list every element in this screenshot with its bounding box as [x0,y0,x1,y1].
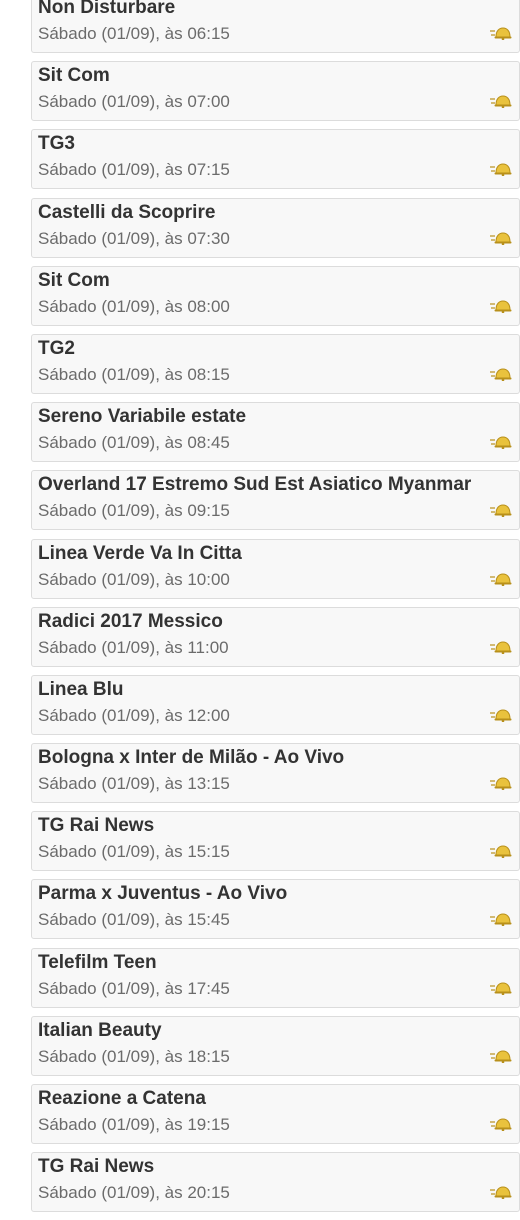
program-card[interactable]: TG Rai News Sábado (01/09), às 20:15 [31,1152,520,1213]
program-title: Bologna x Inter de Milão - Ao Vivo [38,747,345,769]
program-datetime: Sábado (01/09), às 07:15 [38,160,230,180]
program-title: Parma x Juventus - Ao Vivo [38,883,288,905]
program-schedule-list: Non Disturbare Sábado (01/09), às 06:15 Si… [31,0,520,1220]
program-title: Sit Com [38,269,110,291]
program-datetime: Sábado (01/09), às 09:15 [38,501,230,521]
program-card[interactable]: Radici 2017 Messico Sábado (01/09), às 11… [31,606,520,667]
program-card[interactable]: Non Disturbare Sábado (01/09), às 06:15 [31,0,520,53]
program-datetime: Sábado (01/09), às 19:15 [38,1115,230,1134]
program-card[interactable]: TG2 Sábado (01/09), às 08:15 [31,333,520,394]
reminder-bell-icon[interactable] [489,26,513,41]
program-title: Sit Com [38,65,110,87]
reminder-bell-icon[interactable] [489,1049,513,1064]
program-title: Castelli da Scoprire [38,201,216,223]
reminder-bell-icon[interactable] [489,981,513,995]
reminder-bell-icon[interactable] [489,94,513,109]
program-card[interactable]: Sit Com Sábado (01/09), às 07:00 [31,61,520,122]
reminder-bell-icon[interactable] [489,503,513,518]
program-card[interactable]: Castelli da Scoprire Sábado (01/09), às 0… [31,197,520,258]
reminder-bell-icon[interactable] [489,844,513,859]
reminder-bell-icon[interactable] [489,640,513,654]
program-title: Linea Blu [38,678,124,700]
program-card[interactable]: Linea Verde Va In Citta Sábado (01/09), à… [31,538,520,599]
program-datetime: Sábado (01/09), às 13:15 [38,774,230,794]
program-card[interactable]: Italian Beauty Sábado (01/09), às 18:15 [31,1015,520,1076]
program-title: Radici 2017 Messico [38,610,223,632]
program-datetime: Sábado (01/09), às 12:00 [38,705,230,725]
reminder-bell-icon[interactable] [489,708,513,723]
reminder-bell-icon[interactable] [489,1117,513,1132]
program-card[interactable]: Parma x Juventus - Ao Vivo Sábado (01/09)… [31,879,520,940]
program-datetime: Sábado (01/09), às 15:45 [38,910,230,930]
program-title: TG Rai News [38,815,155,837]
program-card[interactable]: TG Rai News Sábado (01/09), às 15:15 [31,811,520,872]
program-title: TG2 [38,337,75,359]
program-title: TG3 [38,133,75,155]
reminder-bell-icon[interactable] [489,572,513,586]
program-title: Telefilm Teen [38,951,157,973]
program-card[interactable]: Overland 17 Estremo Sud Est Asiatico Mya… [31,470,520,531]
program-card[interactable]: Bologna x Inter de Milão - Ao Vivo Sábado… [31,743,520,804]
reminder-bell-icon[interactable] [489,162,513,177]
reminder-bell-icon[interactable] [489,912,513,927]
program-card[interactable]: TG3 Sábado (01/09), às 07:15 [31,129,520,190]
reminder-bell-icon[interactable] [489,1185,513,1200]
program-title: TG Rai News [38,1156,155,1178]
program-datetime: Sábado (01/09), às 08:45 [38,433,230,453]
program-datetime: Sábado (01/09), às 08:00 [38,296,230,316]
program-datetime: Sábado (01/09), às 06:15 [38,24,230,43]
program-card[interactable]: Reazione a Catena Sábado (01/09), às 19:1… [31,1084,520,1144]
reminder-bell-icon[interactable] [489,231,513,245]
program-datetime: Sábado (01/09), às 17:45 [38,978,230,998]
program-title: Italian Beauty [38,1019,162,1041]
program-datetime: Sábado (01/09), às 15:15 [38,842,230,862]
reminder-bell-icon[interactable] [489,776,513,791]
program-title: Reazione a Catena [38,1088,206,1109]
program-card[interactable]: Linea Blu Sábado (01/09), às 12:00 [31,674,520,735]
program-title: Sereno Variabile estate [38,406,247,428]
program-datetime: Sábado (01/09), às 07:00 [38,92,230,112]
reminder-bell-icon[interactable] [489,435,513,450]
program-card[interactable]: Sit Com Sábado (01/09), às 08:00 [31,265,520,326]
program-card[interactable]: Sereno Variabile estate Sábado (01/09), à… [31,402,520,463]
program-title: Linea Verde Va In Citta [38,542,242,564]
program-datetime: Sábado (01/09), às 10:00 [38,569,230,589]
program-datetime: Sábado (01/09), às 08:15 [38,364,230,384]
program-datetime: Sábado (01/09), às 07:30 [38,228,230,248]
program-datetime: Sábado (01/09), às 18:15 [38,1046,230,1066]
program-datetime: Sábado (01/09), às 11:00 [38,637,229,657]
program-datetime: Sábado (01/09), às 20:15 [38,1183,230,1203]
program-card[interactable]: Telefilm Teen Sábado (01/09), às 17:45 [31,947,520,1008]
program-title: Overland 17 Estremo Sud Est Asiatico Mya… [38,474,472,496]
reminder-bell-icon[interactable] [489,367,513,382]
program-title: Non Disturbare [38,0,176,18]
reminder-bell-icon[interactable] [489,299,513,314]
